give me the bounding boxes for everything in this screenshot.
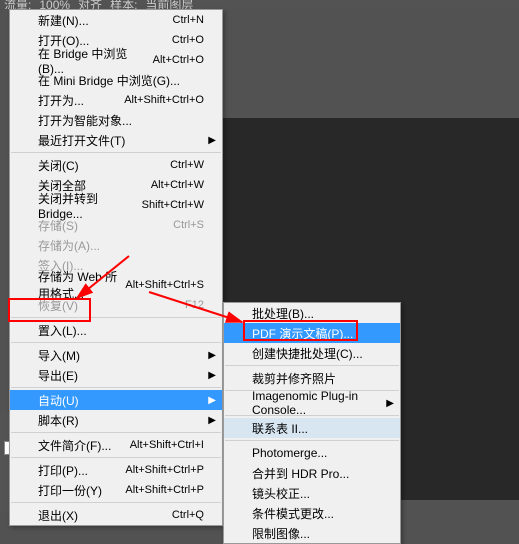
menu-shortcut: Alt+Ctrl+O xyxy=(153,54,204,66)
menu-item[interactable]: 新建(N)...Ctrl+N xyxy=(10,10,222,30)
menu-item-label: 合并到 HDR Pro... xyxy=(252,465,349,482)
submenu-arrow-icon: ▶ xyxy=(386,398,394,409)
menu-item-label: 存储为(A)... xyxy=(38,237,204,254)
submenu-arrow-icon: ▶ xyxy=(208,370,216,381)
menu-item[interactable]: 自动(U) ▶ xyxy=(10,390,222,410)
menu-item[interactable]: Imagenomic Plug-in Console...▶ xyxy=(224,393,400,413)
menu-item-label: 自动(U) xyxy=(38,392,204,409)
menu-shortcut: Alt+Shift+Ctrl+P xyxy=(125,464,204,476)
menu-item[interactable]: 脚本(R) ▶ xyxy=(10,410,222,430)
menu-item: 恢复(V)F12 xyxy=(10,295,222,315)
canvas-background xyxy=(223,9,519,118)
menu-item-label: 导出(E) xyxy=(38,367,204,384)
menu-item-label: 联系表 II... xyxy=(252,420,308,437)
menu-shortcut: Shift+Ctrl+W xyxy=(142,199,204,211)
menu-item-label: 新建(N)... xyxy=(38,12,173,29)
menu-item-label: 批处理(B)... xyxy=(252,305,314,322)
sample-label: 样本: xyxy=(110,0,137,9)
menu-item-label: Imagenomic Plug-in Console... xyxy=(252,389,382,417)
menu-item-label: 条件模式更改... xyxy=(252,505,334,522)
menu-item-label: 存储(S) xyxy=(38,217,173,234)
menu-item-label: 置入(L)... xyxy=(38,322,204,339)
menu-item[interactable]: 裁剪并修齐照片 xyxy=(224,368,400,388)
menu-item[interactable]: 打印一份(Y)Alt+Shift+Ctrl+P xyxy=(10,480,222,500)
menu-item[interactable]: 在 Bridge 中浏览(B)...Alt+Ctrl+O xyxy=(10,50,222,70)
file-menu[interactable]: 新建(N)...Ctrl+N打开(O)...Ctrl+O在 Bridge 中浏览… xyxy=(9,9,223,526)
menu-item[interactable]: 最近打开文件(T) ▶ xyxy=(10,130,222,150)
menu-item[interactable]: 联系表 II... xyxy=(224,418,400,438)
submenu-arrow-icon: ▶ xyxy=(208,350,216,361)
automate-submenu[interactable]: 批处理(B)... PDF 演示文稿(P)... 创建快捷批处理(C)... 裁剪并… xyxy=(223,302,401,544)
menu-shortcut: Ctrl+S xyxy=(173,219,204,231)
menu-item[interactable]: 存储为 Web 所用格式...Alt+Shift+Ctrl+S xyxy=(10,275,222,295)
menu-shortcut: Alt+Shift+Ctrl+S xyxy=(125,279,204,291)
layer-label: 当前图层 xyxy=(145,0,193,9)
menu-shortcut: Alt+Shift+Ctrl+O xyxy=(124,94,204,106)
menu-item-label: 打印一份(Y) xyxy=(38,482,125,499)
menu-item-label: 限制图像... xyxy=(252,525,310,542)
flow-label: 流量: xyxy=(4,0,31,9)
menu-shortcut: F12 xyxy=(185,299,204,311)
submenu-arrow-icon: ▶ xyxy=(208,395,216,406)
menu-item[interactable]: 镜头校正... xyxy=(224,483,400,503)
menu-item-label: 打开为智能对象... xyxy=(38,112,204,129)
menu-item-label: Photomerge... xyxy=(252,446,327,460)
menu-shortcut: Ctrl+Q xyxy=(172,509,204,521)
options-bar: 流量: 100% 对齐 样本: 当前图层 xyxy=(0,0,519,9)
menu-item[interactable]: 在 Mini Bridge 中浏览(G)... xyxy=(10,70,222,90)
menu-item[interactable]: 置入(L)... xyxy=(10,320,222,340)
menu-item-label: 恢复(V) xyxy=(38,297,185,314)
menu-item-label: 打开为... xyxy=(38,92,124,109)
menu-item[interactable]: 创建快捷批处理(C)... xyxy=(224,343,400,363)
menu-item-label: PDF 演示文稿(P)... xyxy=(252,325,353,342)
menu-shortcut: Ctrl+W xyxy=(170,159,204,171)
menu-item-label: 文件简介(F)... xyxy=(38,437,130,454)
menu-item[interactable]: 限制图像... xyxy=(224,523,400,543)
menu-item[interactable]: Photomerge... xyxy=(224,443,400,463)
menu-item[interactable]: 关闭并转到 Bridge...Shift+Ctrl+W xyxy=(10,195,222,215)
menu-item[interactable]: 打开为智能对象... xyxy=(10,110,222,130)
menu-shortcut: Alt+Shift+Ctrl+P xyxy=(125,484,204,496)
menu-item-label: 创建快捷批处理(C)... xyxy=(252,345,363,362)
menu-item[interactable]: 退出(X)Ctrl+Q xyxy=(10,505,222,525)
menu-item[interactable]: 关闭(C)Ctrl+W xyxy=(10,155,222,175)
menu-item-label: 在 Mini Bridge 中浏览(G)... xyxy=(38,72,204,89)
menu-shortcut: Ctrl+N xyxy=(173,14,204,26)
menu-item[interactable]: 导入(M) ▶ xyxy=(10,345,222,365)
submenu-arrow-icon: ▶ xyxy=(208,135,216,146)
menu-shortcut: Alt+Ctrl+W xyxy=(151,179,204,191)
menu-item[interactable]: 打开为...Alt+Shift+Ctrl+O xyxy=(10,90,222,110)
menu-item: 存储(S)Ctrl+S xyxy=(10,215,222,235)
menu-item[interactable]: 合并到 HDR Pro... xyxy=(224,463,400,483)
menu-shortcut: Ctrl+O xyxy=(172,34,204,46)
menu-item[interactable]: 文件简介(F)...Alt+Shift+Ctrl+I xyxy=(10,435,222,455)
menu-item[interactable]: 条件模式更改... xyxy=(224,503,400,523)
menu-item-label: 最近打开文件(T) xyxy=(38,132,204,149)
menu-item[interactable]: 导出(E) ▶ xyxy=(10,365,222,385)
menu-item[interactable]: PDF 演示文稿(P)... xyxy=(224,323,400,343)
menu-item[interactable]: 批处理(B)... xyxy=(224,303,400,323)
align-label: 对齐 xyxy=(78,0,102,9)
menu-item-label: 导入(M) xyxy=(38,347,204,364)
submenu-arrow-icon: ▶ xyxy=(208,415,216,426)
menu-item-label: 镜头校正... xyxy=(252,485,310,502)
menu-item-label: 裁剪并修齐照片 xyxy=(252,370,336,387)
menu-item-label: 脚本(R) xyxy=(38,412,204,429)
menu-item-label: 打印(P)... xyxy=(38,462,125,479)
menu-item-label: 退出(X) xyxy=(38,507,172,524)
menu-item: 存储为(A)... xyxy=(10,235,222,255)
flow-value: 100% xyxy=(39,0,70,9)
menu-shortcut: Alt+Shift+Ctrl+I xyxy=(130,439,204,451)
menu-item[interactable]: 打印(P)...Alt+Shift+Ctrl+P xyxy=(10,460,222,480)
menu-item-label: 关闭(C) xyxy=(38,157,170,174)
